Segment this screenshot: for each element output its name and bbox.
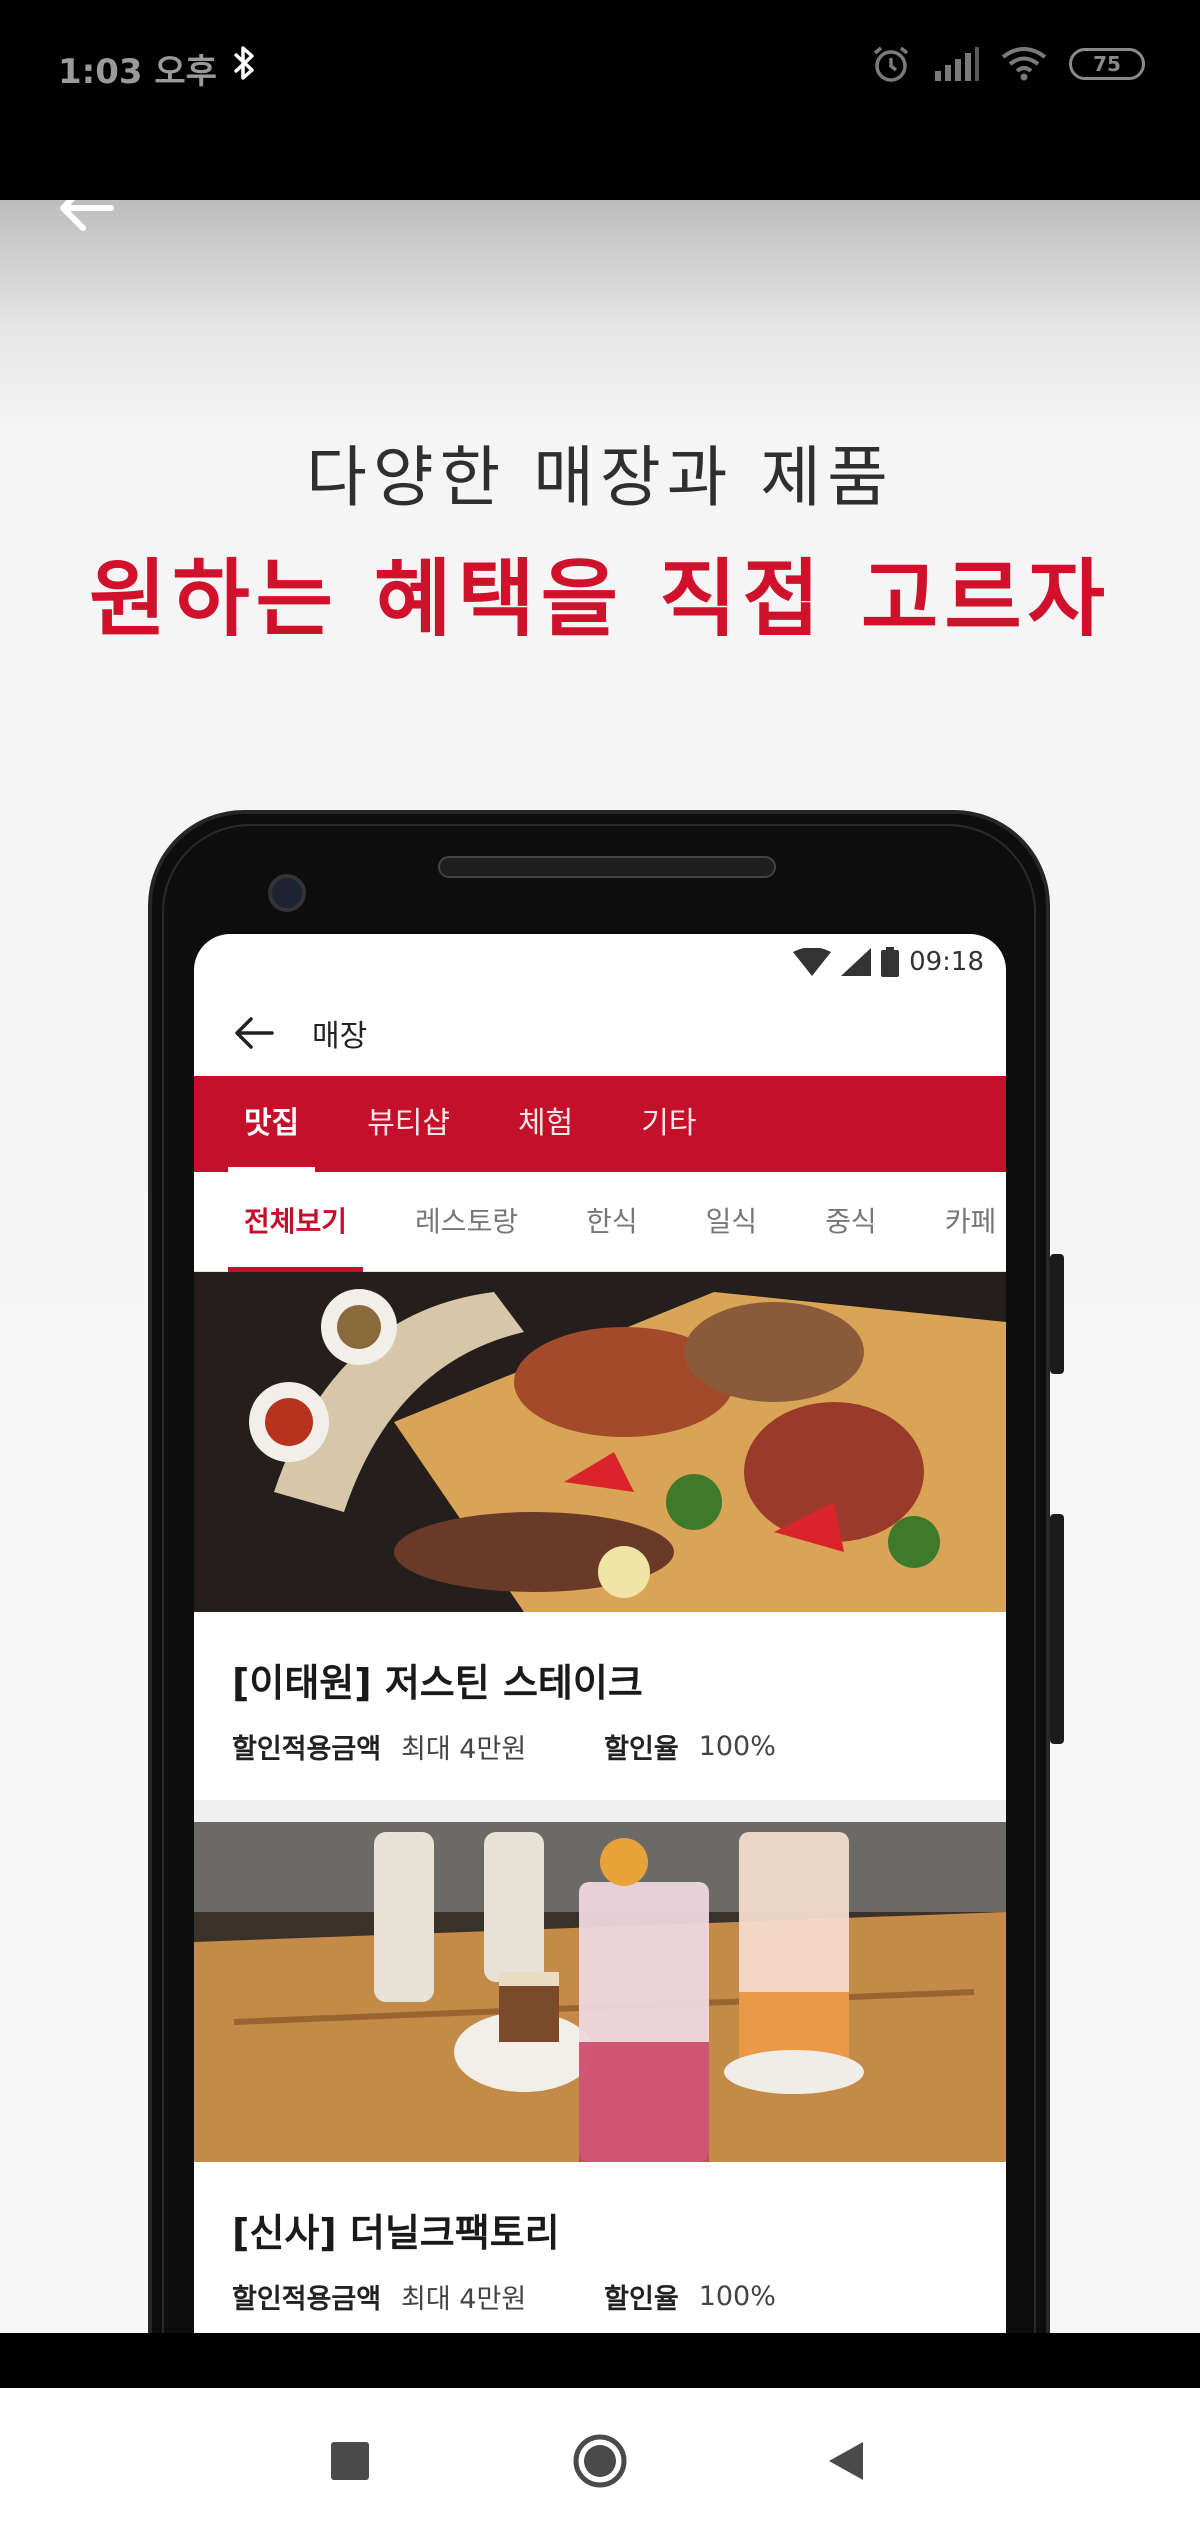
bluetooth-icon — [233, 46, 254, 80]
store-card-title: [이태원] 저스틴 스테이크 — [232, 1661, 643, 1705]
tab-experience[interactable]: 체험 — [502, 1076, 589, 1172]
battery-icon: 75 — [1069, 48, 1145, 80]
app-back-arrow-icon[interactable] — [234, 1016, 274, 1050]
tab-matjip[interactable]: 맛집 — [228, 1076, 316, 1172]
subtab-korean[interactable]: 한식 — [570, 1172, 654, 1272]
home-button[interactable] — [565, 2426, 635, 2496]
phone-side-button-lower — [1050, 1514, 1064, 1744]
store-card[interactable]: [이태원] 저스틴 스테이크 할인적용금액 최대 4만원 할인율 100% — [194, 1272, 1006, 1800]
back-triangle-icon — [829, 2442, 863, 2480]
home-circle-icon — [573, 2434, 627, 2488]
discount-amount-value: 최대 4만원 — [401, 1734, 527, 1765]
wifi-icon — [1001, 47, 1047, 81]
subtab-japanese[interactable]: 일식 — [690, 1172, 774, 1272]
app-bar-title: 매장 — [312, 1019, 368, 1054]
store-card-meta: 할인적용금액 최대 4만원 할인율 100% — [194, 1707, 1006, 1800]
recents-square-icon — [331, 2442, 369, 2480]
category-tabs: 맛집 뷰티샵 체험 기타 — [194, 1076, 1006, 1172]
recents-button[interactable] — [315, 2426, 385, 2496]
discount-rate-label: 할인율 — [604, 2284, 679, 2315]
phone-mockup: 09:18 매장 맛집 뷰티샵 체험 기타 전체보기 레스토랑 한식 일식 중식 — [148, 810, 1064, 2333]
discount-rate-value: 100% — [698, 2281, 776, 2312]
subtab-chinese[interactable]: 중식 — [809, 1172, 893, 1272]
store-card-meta: 할인적용금액 최대 4만원 할인율 100% — [194, 2257, 1006, 2333]
steak-platter-image — [194, 1272, 1006, 1612]
tab-beauty-shop[interactable]: 뷰티샵 — [351, 1076, 466, 1172]
battery-level: 75 — [1093, 52, 1121, 76]
inner-status-time: 09:18 — [909, 947, 984, 977]
promo-area: 다양한 매장과 제품 원하는 혜택을 직접 고르자 09:18 매장 맛집 뷰티… — [0, 200, 1200, 2333]
back-button[interactable] — [810, 2426, 880, 2496]
inner-wifi-icon — [793, 948, 832, 976]
inner-battery-icon — [881, 947, 900, 977]
device-status-bar: 1:03 오후 75 — [0, 0, 1200, 200]
inner-status-bar: 09:18 — [194, 934, 1006, 990]
store-card[interactable]: [신사] 더닐크팩토리 할인적용금액 최대 4만원 할인율 100% — [194, 1822, 1006, 2333]
alarm-icon — [873, 46, 909, 82]
card-divider — [194, 1800, 1006, 1822]
subtab-cafe[interactable]: 카페 — [929, 1172, 1006, 1272]
discount-rate-label: 할인율 — [604, 1734, 679, 1765]
app-bar: 매장 — [194, 990, 1006, 1076]
tab-other[interactable]: 기타 — [625, 1076, 712, 1172]
phone-screen: 09:18 매장 맛집 뷰티샵 체험 기타 전체보기 레스토랑 한식 일식 중식 — [194, 934, 1006, 2333]
promo-headline-line1: 다양한 매장과 제품 — [306, 439, 894, 516]
drinks-cafe-image — [194, 1822, 1006, 2162]
phone-camera — [268, 874, 306, 912]
phone-side-button-upper — [1050, 1254, 1064, 1374]
discount-amount-label: 할인적용금액 — [232, 2284, 382, 2315]
promo-headline-line2: 원하는 혜택을 직접 고르자 — [89, 550, 1111, 648]
signal-icon — [935, 47, 979, 81]
discount-amount-label: 할인적용금액 — [232, 1734, 382, 1765]
system-nav-bar — [0, 2388, 1200, 2533]
back-arrow-icon[interactable] — [55, 200, 119, 236]
store-card-title: [신사] 더닐크팩토리 — [232, 2211, 560, 2255]
subcategory-tabs: 전체보기 레스토랑 한식 일식 중식 카페 — [194, 1172, 1006, 1272]
status-time: 1:03 오후 — [58, 52, 217, 92]
inner-signal-icon — [841, 948, 872, 976]
phone-speaker — [438, 856, 776, 878]
bottom-black-band — [0, 2333, 1200, 2388]
subtab-all[interactable]: 전체보기 — [228, 1172, 364, 1272]
discount-rate-value: 100% — [698, 1731, 776, 1762]
discount-amount-value: 최대 4만원 — [401, 2284, 527, 2315]
subtab-restaurant[interactable]: 레스토랑 — [399, 1172, 534, 1272]
